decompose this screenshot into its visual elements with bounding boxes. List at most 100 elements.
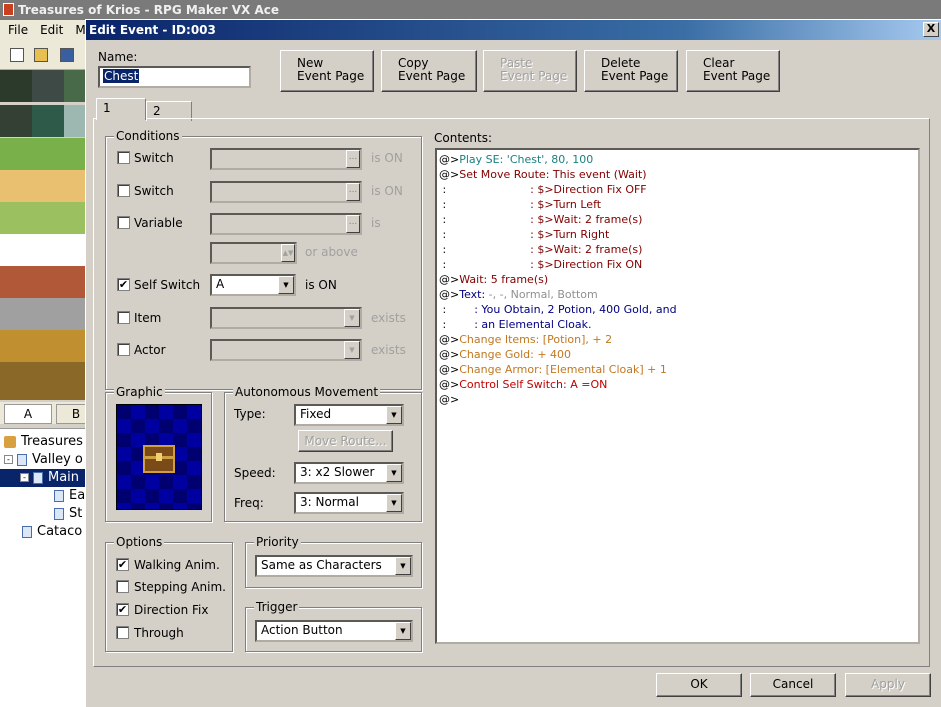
copy-event-page-button[interactable]: Copy Event Page <box>381 50 477 92</box>
apply-button[interactable]: Apply <box>845 673 931 697</box>
command-line[interactable]: @>Wait: 5 frame(s) <box>439 272 918 287</box>
freq-dropdown[interactable]: 3: Normal ▼ <box>294 492 404 514</box>
tile[interactable] <box>64 70 86 102</box>
chevron-down-icon[interactable]: ▼ <box>386 464 402 482</box>
command-line[interactable]: @>Set Move Route: This event (Wait) <box>439 167 918 182</box>
priority-dropdown[interactable]: Same as Characters ▼ <box>255 555 413 577</box>
command-line[interactable]: : : $>Direction Fix ON <box>439 257 918 272</box>
tab-page-1[interactable]: 1 <box>96 98 146 120</box>
command-segment: Set Move Route: This event (Wait) <box>459 168 647 181</box>
cancel-button[interactable]: Cancel <box>750 673 836 697</box>
speed-dropdown[interactable]: 3: x2 Slower ▼ <box>294 462 404 484</box>
tile[interactable] <box>0 266 86 298</box>
tile[interactable] <box>0 105 32 137</box>
tile[interactable] <box>0 234 86 266</box>
event-graphic[interactable] <box>116 404 202 510</box>
tile[interactable] <box>32 70 64 102</box>
actor-checkbox[interactable] <box>117 343 130 356</box>
tile[interactable] <box>64 105 86 137</box>
tileset-palette[interactable] <box>0 70 86 400</box>
chevron-down-icon[interactable]: ▼ <box>278 276 294 294</box>
tile[interactable] <box>0 70 32 102</box>
command-line[interactable]: : : $>Wait: 2 frame(s) <box>439 212 918 227</box>
chevron-down-icon[interactable]: ▼ <box>386 406 402 424</box>
collapse-icon[interactable]: - <box>20 473 29 482</box>
command-line[interactable]: : : an Elemental Cloak. <box>439 317 918 332</box>
movement-type-dropdown[interactable]: Fixed ▼ <box>294 404 404 426</box>
command-segment: @> <box>439 168 460 181</box>
command-line[interactable]: @>Change Items: [Potion], + 2 <box>439 332 918 347</box>
command-line[interactable]: : : You Obtain, 2 Potion, 400 Gold, and <box>439 302 918 317</box>
self-switch-checkbox[interactable]: ✔ <box>117 278 130 291</box>
tile[interactable] <box>0 298 86 330</box>
event-command-list[interactable]: @>Play SE: 'Chest', 80, 100 @>Set Move Ro… <box>435 148 920 644</box>
tile[interactable] <box>32 105 64 137</box>
walking-anim-checkbox[interactable]: ✔ <box>116 558 129 571</box>
switch1-checkbox[interactable] <box>117 151 130 164</box>
command-segment: Change Items: [Potion], + 2 <box>459 333 613 346</box>
type-label: Type: <box>234 407 266 421</box>
command-line[interactable]: @> <box>439 392 918 407</box>
tile[interactable] <box>0 202 86 234</box>
transparency-square <box>173 489 187 503</box>
command-line[interactable]: @>Control Self Switch: A =ON <box>439 377 918 392</box>
new-file-icon[interactable] <box>10 48 24 62</box>
command-line[interactable]: : : $>Turn Left <box>439 197 918 212</box>
switch2-label: Switch <box>134 184 174 198</box>
tile[interactable] <box>0 362 86 400</box>
direction-fix-checkbox[interactable]: ✔ <box>116 603 129 616</box>
switch1-suffix: is ON <box>371 151 403 165</box>
tree-item-map[interactable]: Ea <box>54 487 85 505</box>
command-line[interactable]: : : $>Turn Right <box>439 227 918 242</box>
tile[interactable] <box>0 330 86 362</box>
tile[interactable] <box>0 138 86 170</box>
switch1-selector: ... <box>210 148 362 170</box>
clear-event-page-button[interactable]: Clear Event Page <box>686 50 780 92</box>
new-event-page-button[interactable]: New Event Page <box>280 50 374 92</box>
command-segment: : <box>439 258 531 271</box>
paste-event-page-button[interactable]: Paste Event Page <box>483 50 577 92</box>
tree-item-map-selected[interactable]: - Main <box>0 469 86 487</box>
transparency-square <box>187 447 201 461</box>
tile[interactable] <box>0 170 86 202</box>
trigger-dropdown[interactable]: Action Button ▼ <box>255 620 413 642</box>
open-folder-icon[interactable] <box>34 48 48 62</box>
command-line[interactable]: : : $>Wait: 2 frame(s) <box>439 242 918 257</box>
command-line[interactable]: @>Change Gold: + 400 <box>439 347 918 362</box>
chevron-down-icon[interactable]: ▼ <box>395 557 411 575</box>
item-checkbox[interactable] <box>117 311 130 324</box>
transparency-square <box>201 405 202 419</box>
command-segment: : You Obtain, 2 Potion, 400 Gold, and <box>474 303 677 316</box>
tree-item-map[interactable]: Cataco <box>22 523 82 541</box>
command-line[interactable]: @>Play SE: 'Chest', 80, 100 <box>439 152 918 167</box>
tree-item-map[interactable]: St <box>54 505 82 523</box>
move-route-button[interactable]: Move Route... <box>298 430 393 452</box>
command-line[interactable]: : : $>Direction Fix OFF <box>439 182 918 197</box>
stepping-anim-checkbox[interactable] <box>116 580 129 593</box>
chevron-down-icon[interactable]: ▼ <box>386 494 402 512</box>
tileset-tab-a[interactable]: A <box>4 404 52 424</box>
contents-label: Contents: <box>434 131 493 145</box>
tree-item-map[interactable]: - Valley o <box>4 451 83 469</box>
switch2-checkbox[interactable] <box>117 184 130 197</box>
chevron-down-icon[interactable]: ▼ <box>395 622 411 640</box>
menu-edit[interactable]: Edit <box>40 23 63 37</box>
command-line[interactable]: @>Text: -, -, Normal, Bottom <box>439 287 918 302</box>
collapse-icon[interactable]: - <box>4 455 13 464</box>
delete-event-page-button[interactable]: Delete Event Page <box>584 50 678 92</box>
command-segment: Wait: 5 frame(s) <box>459 273 549 286</box>
command-segment: : <box>439 243 531 256</box>
menu-file[interactable]: File <box>8 23 28 37</box>
variable-checkbox[interactable] <box>117 216 130 229</box>
command-segment: @> <box>439 288 460 301</box>
command-line[interactable]: @>Change Armor: [Elemental Cloak] + 1 <box>439 362 918 377</box>
save-icon[interactable] <box>60 48 74 62</box>
item-dropdown: ▼ <box>210 307 362 329</box>
command-segment: Change Armor: [Elemental Cloak] + 1 <box>459 363 667 376</box>
name-field[interactable]: Chest <box>98 66 251 88</box>
tree-item-project[interactable]: Treasures <box>4 433 83 451</box>
close-button[interactable]: X <box>923 22 939 37</box>
ok-button[interactable]: OK <box>656 673 742 697</box>
through-checkbox[interactable] <box>116 626 129 639</box>
self-switch-dropdown[interactable]: A ▼ <box>210 274 296 296</box>
